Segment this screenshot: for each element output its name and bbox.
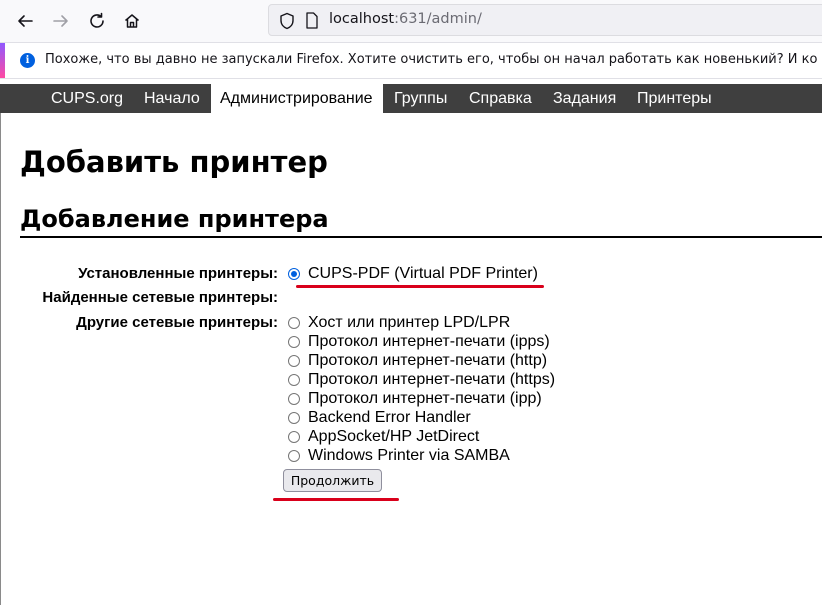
nav-item-printers[interactable]: Принтеры bbox=[637, 84, 712, 113]
reload-button[interactable] bbox=[81, 5, 113, 37]
browser-toolbar: localhost:631/admin/ bbox=[0, 0, 822, 42]
discovered-printers-label: Найденные сетевые принтеры: bbox=[42, 289, 278, 306]
other-printers-label: Другие сетевые принтеры: bbox=[76, 314, 278, 331]
printer-option-samba[interactable]: Windows Printer via SAMBA bbox=[288, 446, 510, 465]
printer-option-lpd[interactable]: Хост или принтер LPD/LPR bbox=[288, 313, 510, 332]
notification-text: Похоже, что вы давно не запускали Firefo… bbox=[45, 52, 818, 67]
radio-http[interactable] bbox=[288, 354, 300, 367]
printer-option-label: Протокол интернет-печати (ipps) bbox=[308, 332, 550, 350]
radio-appsocket[interactable] bbox=[288, 430, 300, 443]
printer-option-appsocket[interactable]: AppSocket/HP JetDirect bbox=[288, 427, 479, 446]
notification-accent bbox=[0, 43, 5, 78]
printer-option-backend-error[interactable]: Backend Error Handler bbox=[288, 408, 471, 427]
radio-ipp[interactable] bbox=[288, 392, 300, 405]
printer-option-http[interactable]: Протокол интернет-печати (http) bbox=[288, 351, 547, 370]
radio-https[interactable] bbox=[288, 373, 300, 386]
shield-icon[interactable] bbox=[279, 12, 295, 30]
url-bar[interactable]: localhost:631/admin/ bbox=[268, 4, 822, 36]
annotation-underline-button bbox=[273, 498, 399, 501]
printer-option-label: Windows Printer via SAMBA bbox=[308, 446, 510, 464]
page-title: Добавить принтер bbox=[20, 145, 328, 179]
notification-bar: i Похоже, что вы давно не запускали Fire… bbox=[0, 42, 822, 79]
cups-nav: CUPS.org Начало Администрирование Группы… bbox=[0, 84, 822, 113]
printer-option-label: Протокол интернет-печати (http) bbox=[308, 351, 548, 369]
printer-option-label: Протокол интернет-печати (https) bbox=[308, 370, 556, 388]
printer-option-label: CUPS-PDF (Virtual PDF Printer) bbox=[308, 264, 538, 282]
viewport-edge bbox=[0, 113, 1, 605]
info-icon: i bbox=[20, 53, 35, 68]
printer-option-ipps[interactable]: Протокол интернет-печати (ipps) bbox=[288, 332, 550, 351]
reload-icon bbox=[90, 12, 104, 28]
home-icon bbox=[125, 14, 139, 28]
url-path: :631/admin/ bbox=[394, 11, 482, 27]
printer-option-label: AppSocket/HP JetDirect bbox=[308, 427, 480, 445]
radio-samba[interactable] bbox=[288, 449, 300, 462]
radio-ipps[interactable] bbox=[288, 335, 300, 348]
section-title: Добавление принтера bbox=[20, 205, 329, 233]
printer-option-label: Протокол интернет-печати (ipp) bbox=[308, 389, 542, 407]
nav-item-home[interactable]: Начало bbox=[144, 84, 200, 113]
nav-item-jobs[interactable]: Задания bbox=[553, 84, 616, 113]
nav-item-administration[interactable]: Администрирование bbox=[211, 84, 383, 113]
printer-option-https[interactable]: Протокол интернет-печати (https) bbox=[288, 370, 555, 389]
url-host: localhost bbox=[329, 11, 395, 27]
printer-option-cups-pdf[interactable]: CUPS-PDF (Virtual PDF Printer) bbox=[288, 264, 538, 283]
home-button[interactable] bbox=[116, 5, 148, 37]
printer-option-label: Хост или принтер LPD/LPR bbox=[308, 313, 511, 331]
continue-button[interactable]: Продолжить bbox=[283, 469, 382, 492]
printer-option-label: Backend Error Handler bbox=[308, 408, 471, 426]
nav-item-groups[interactable]: Группы bbox=[394, 84, 447, 113]
nav-item-cups-org[interactable]: CUPS.org bbox=[51, 84, 123, 113]
radio-backend-error[interactable] bbox=[288, 411, 300, 424]
radio-cups-pdf[interactable] bbox=[288, 267, 300, 280]
nav-item-help[interactable]: Справка bbox=[469, 84, 532, 113]
annotation-underline-installed bbox=[296, 285, 544, 288]
forward-button[interactable] bbox=[45, 5, 77, 37]
radio-lpd[interactable] bbox=[288, 316, 300, 329]
page-icon[interactable] bbox=[305, 12, 319, 29]
section-divider bbox=[20, 236, 822, 238]
installed-printers-label: Установленные принтеры: bbox=[78, 265, 278, 282]
arrow-right-icon bbox=[53, 15, 68, 27]
arrow-left-icon bbox=[18, 15, 33, 27]
back-button[interactable] bbox=[9, 5, 41, 37]
url-text[interactable]: localhost:631/admin/ bbox=[329, 11, 482, 27]
printer-option-ipp[interactable]: Протокол интернет-печати (ipp) bbox=[288, 389, 542, 408]
